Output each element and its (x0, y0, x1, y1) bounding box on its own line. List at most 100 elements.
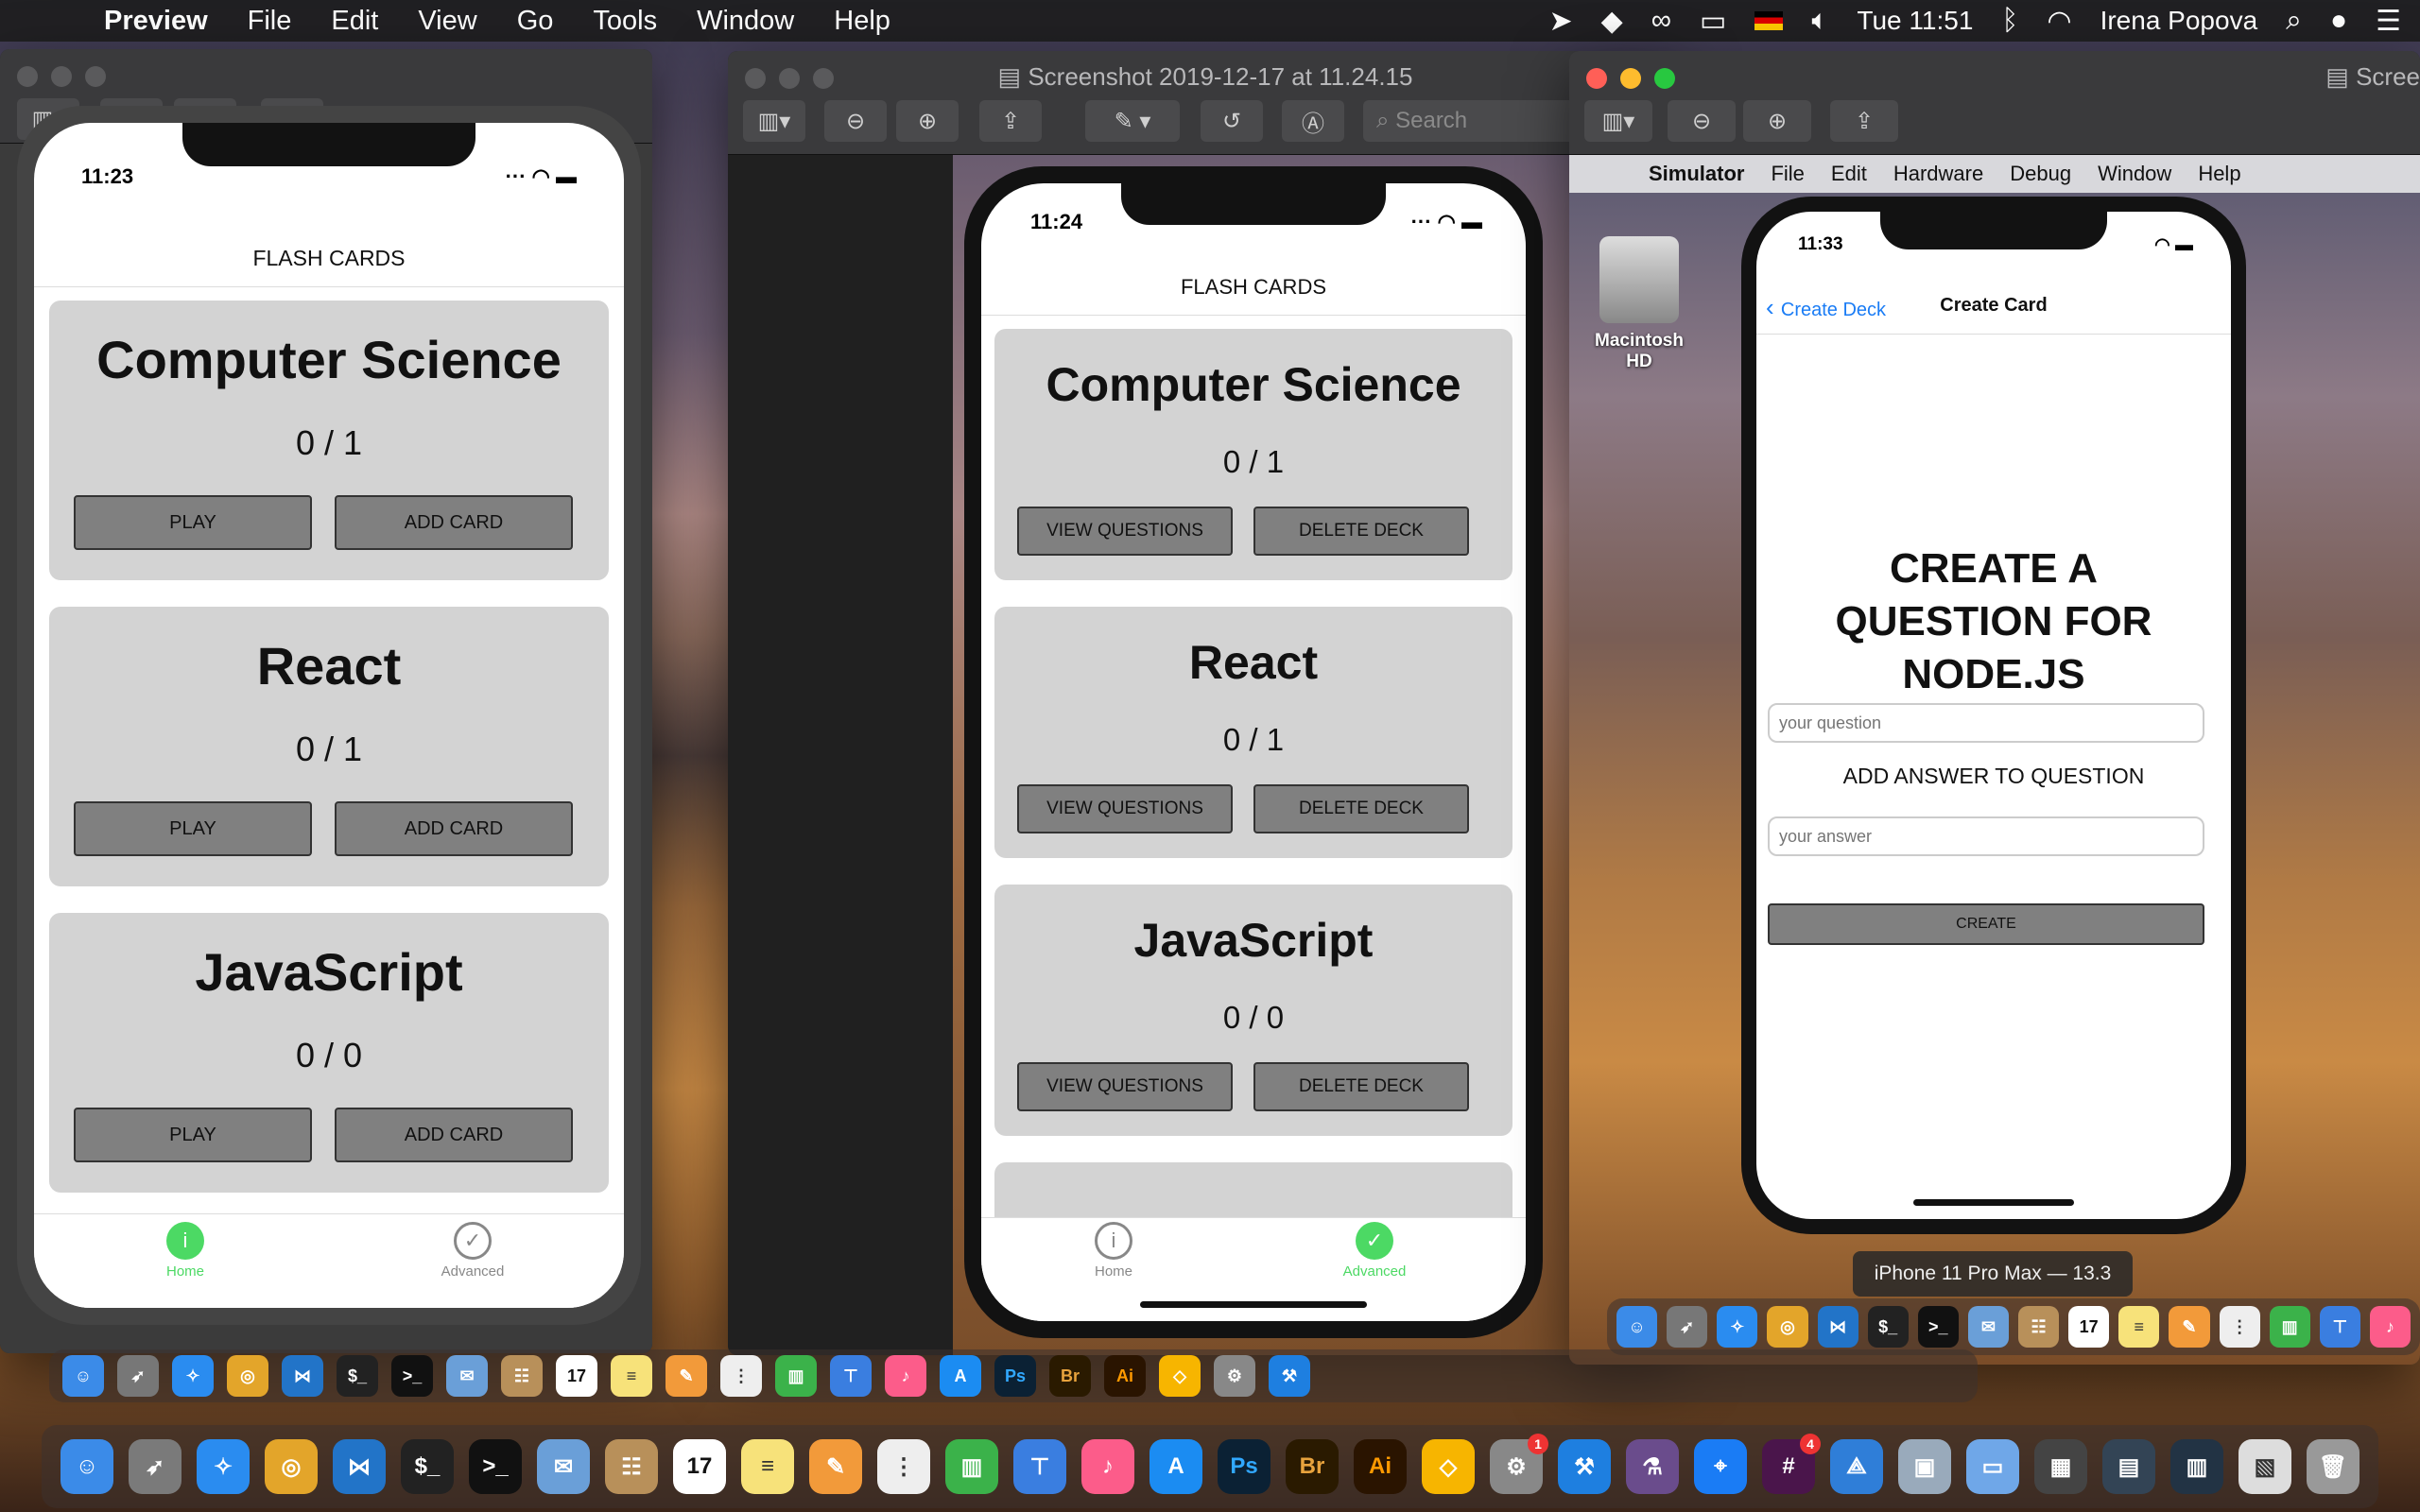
menu-app-name[interactable]: Preview (104, 6, 208, 37)
itunes-icon[interactable]: ♪ (1081, 1439, 1134, 1494)
menu-view[interactable]: View (418, 6, 476, 37)
play-button[interactable]: PLAY (74, 1108, 312, 1162)
tab-advanced[interactable]: ✓ Advanced (416, 1222, 529, 1280)
zoom-out-button[interactable]: ⊖ (824, 100, 887, 142)
zoom-in-button[interactable]: ⊕ (1743, 100, 1811, 142)
screenshot-thumbnail[interactable]: ▤ (2102, 1439, 2155, 1494)
add-card-button[interactable]: ADD CARD (335, 1108, 573, 1162)
app-store-icon[interactable]: A (940, 1355, 981, 1397)
preview-icon[interactable]: ✉ (446, 1355, 488, 1397)
rotate-button[interactable]: ↺ (1201, 100, 1263, 142)
screenshot-thumbnail[interactable]: ▥ (2170, 1439, 2223, 1494)
markup-pen-button[interactable]: ✎ ▾ (1085, 100, 1180, 142)
wifi-icon[interactable]: ◠ (2047, 5, 2071, 38)
safari-icon[interactable]: ✧ (172, 1355, 214, 1397)
view-questions-button[interactable]: VIEW QUESTIONS (1017, 1062, 1233, 1111)
close-icon[interactable] (17, 66, 38, 87)
minimize-icon[interactable] (1620, 68, 1641, 89)
clock[interactable]: Tue 11:51 (1857, 6, 1973, 36)
question-input[interactable] (1768, 703, 2204, 743)
menu-file[interactable]: File (248, 6, 292, 37)
launchpad-icon[interactable]: ➶ (117, 1355, 159, 1397)
preview-icon[interactable]: ✉ (537, 1439, 590, 1494)
slack-icon[interactable]: #4 (1762, 1434, 1821, 1494)
calendar-icon[interactable]: 17 (556, 1355, 597, 1397)
bluetooth-icon[interactable]: ᛒ (2001, 5, 2018, 37)
screenshot-thumbnail[interactable]: ▧ (2238, 1439, 2291, 1494)
play-button[interactable]: PLAY (74, 495, 312, 550)
menu-help[interactable]: Help (834, 6, 890, 37)
delete-deck-button[interactable]: DELETE DECK (1253, 507, 1469, 556)
menu-hardware[interactable]: Hardware (1893, 162, 1983, 186)
menu-tools[interactable]: Tools (593, 6, 657, 37)
zoom-icon[interactable] (1654, 68, 1675, 89)
keynote-icon[interactable]: ⊤ (1013, 1439, 1066, 1494)
terminal-icon[interactable]: >_ (1917, 1306, 1959, 1348)
chrome-icon[interactable]: ◎ (1767, 1306, 1808, 1348)
share-button[interactable]: ⇪ (979, 100, 1042, 142)
downloads-folder-icon[interactable]: ▭ (1966, 1439, 2019, 1494)
notes-icon[interactable]: ≡ (741, 1439, 794, 1494)
terminal-icon[interactable]: $_ (1867, 1306, 1909, 1348)
spotlight-search-icon[interactable]: ⌕ (2286, 5, 2302, 37)
add-card-button[interactable]: ADD CARD (335, 801, 573, 856)
preview-icon[interactable]: ✉ (1967, 1306, 2009, 1348)
terminal-icon[interactable]: >_ (391, 1355, 433, 1397)
photoshop-icon[interactable]: Ps (1218, 1439, 1270, 1494)
maps-icon[interactable]: ⌖ (1694, 1439, 1747, 1494)
notes-icon[interactable]: ≡ (611, 1355, 652, 1397)
zoom-out-button[interactable]: ⊖ (1668, 100, 1736, 142)
tab-home[interactable]: i Home (1057, 1222, 1170, 1280)
notes-icon[interactable]: ≡ (2118, 1306, 2160, 1348)
illustrator-icon[interactable]: Ai (1104, 1355, 1146, 1397)
reminders-icon[interactable]: ⋮ (877, 1439, 930, 1494)
illustrator-icon[interactable]: Ai (1354, 1439, 1407, 1494)
itunes-icon[interactable]: ♪ (885, 1355, 926, 1397)
contacts-icon[interactable]: ☷ (2018, 1306, 2060, 1348)
play-button[interactable]: PLAY (74, 801, 312, 856)
creative-cloud-icon[interactable]: ∞ (1651, 5, 1671, 37)
finder-icon[interactable]: ☺ (62, 1355, 104, 1397)
pages-icon[interactable]: ✎ (2169, 1306, 2210, 1348)
screenshot-thumbnail[interactable]: ▦ (2034, 1439, 2087, 1494)
calendar-icon[interactable]: 17 (673, 1439, 726, 1494)
terminal-icon[interactable]: $_ (401, 1439, 454, 1494)
menu-go[interactable]: Go (517, 6, 554, 37)
delete-deck-button[interactable]: DELETE DECK (1253, 784, 1469, 833)
menu-help[interactable]: Help (2198, 162, 2240, 186)
safari-icon[interactable]: ✧ (197, 1439, 250, 1494)
keynote-icon[interactable]: ⊤ (2319, 1306, 2360, 1348)
preview-app-icon[interactable]: ▣ (1898, 1439, 1951, 1494)
flag-icon[interactable] (1754, 11, 1784, 30)
answer-input[interactable] (1768, 816, 2204, 856)
user-name[interactable]: Irena Popova (2100, 6, 2258, 36)
safari-icon[interactable]: ✧ (1717, 1306, 1758, 1348)
tab-home[interactable]: i Home (129, 1222, 242, 1280)
xcode-icon[interactable]: ⚒ (1558, 1439, 1611, 1494)
create-button[interactable]: CREATE (1768, 903, 2204, 945)
terminal-icon[interactable]: $_ (337, 1355, 378, 1397)
battery-icon[interactable]: ▭ (1700, 5, 1726, 38)
minimize-icon[interactable] (51, 66, 72, 87)
calendar-icon[interactable]: 17 (2068, 1306, 2110, 1348)
zoom-icon[interactable] (85, 66, 106, 87)
contacts-icon[interactable]: ☷ (501, 1355, 543, 1397)
trash-icon[interactable]: 🗑︎ (2307, 1439, 2360, 1494)
bridge-icon[interactable]: Br (1286, 1439, 1339, 1494)
menu-edit[interactable]: Edit (331, 6, 378, 37)
vscode-icon[interactable]: ⋈ (333, 1439, 386, 1494)
menu-file[interactable]: File (1771, 162, 1804, 186)
menu-window[interactable]: Window (2098, 162, 2171, 186)
siri-icon[interactable]: ● (2330, 5, 2347, 37)
numbers-icon[interactable]: ▥ (775, 1355, 817, 1397)
reminders-icon[interactable]: ⋮ (2219, 1306, 2260, 1348)
zoom-in-button[interactable]: ⊕ (896, 100, 959, 142)
itunes-icon[interactable]: ♪ (2369, 1306, 2411, 1348)
terminal-icon[interactable]: >_ (469, 1439, 522, 1494)
annotate-button[interactable]: Ⓐ (1282, 100, 1344, 142)
pages-icon[interactable]: ✎ (809, 1439, 862, 1494)
launchpad-icon[interactable]: ➶ (129, 1439, 182, 1494)
bridge-icon[interactable]: Br (1049, 1355, 1091, 1397)
add-card-button[interactable]: ADD CARD (335, 495, 573, 550)
numbers-icon[interactable]: ▥ (945, 1439, 998, 1494)
